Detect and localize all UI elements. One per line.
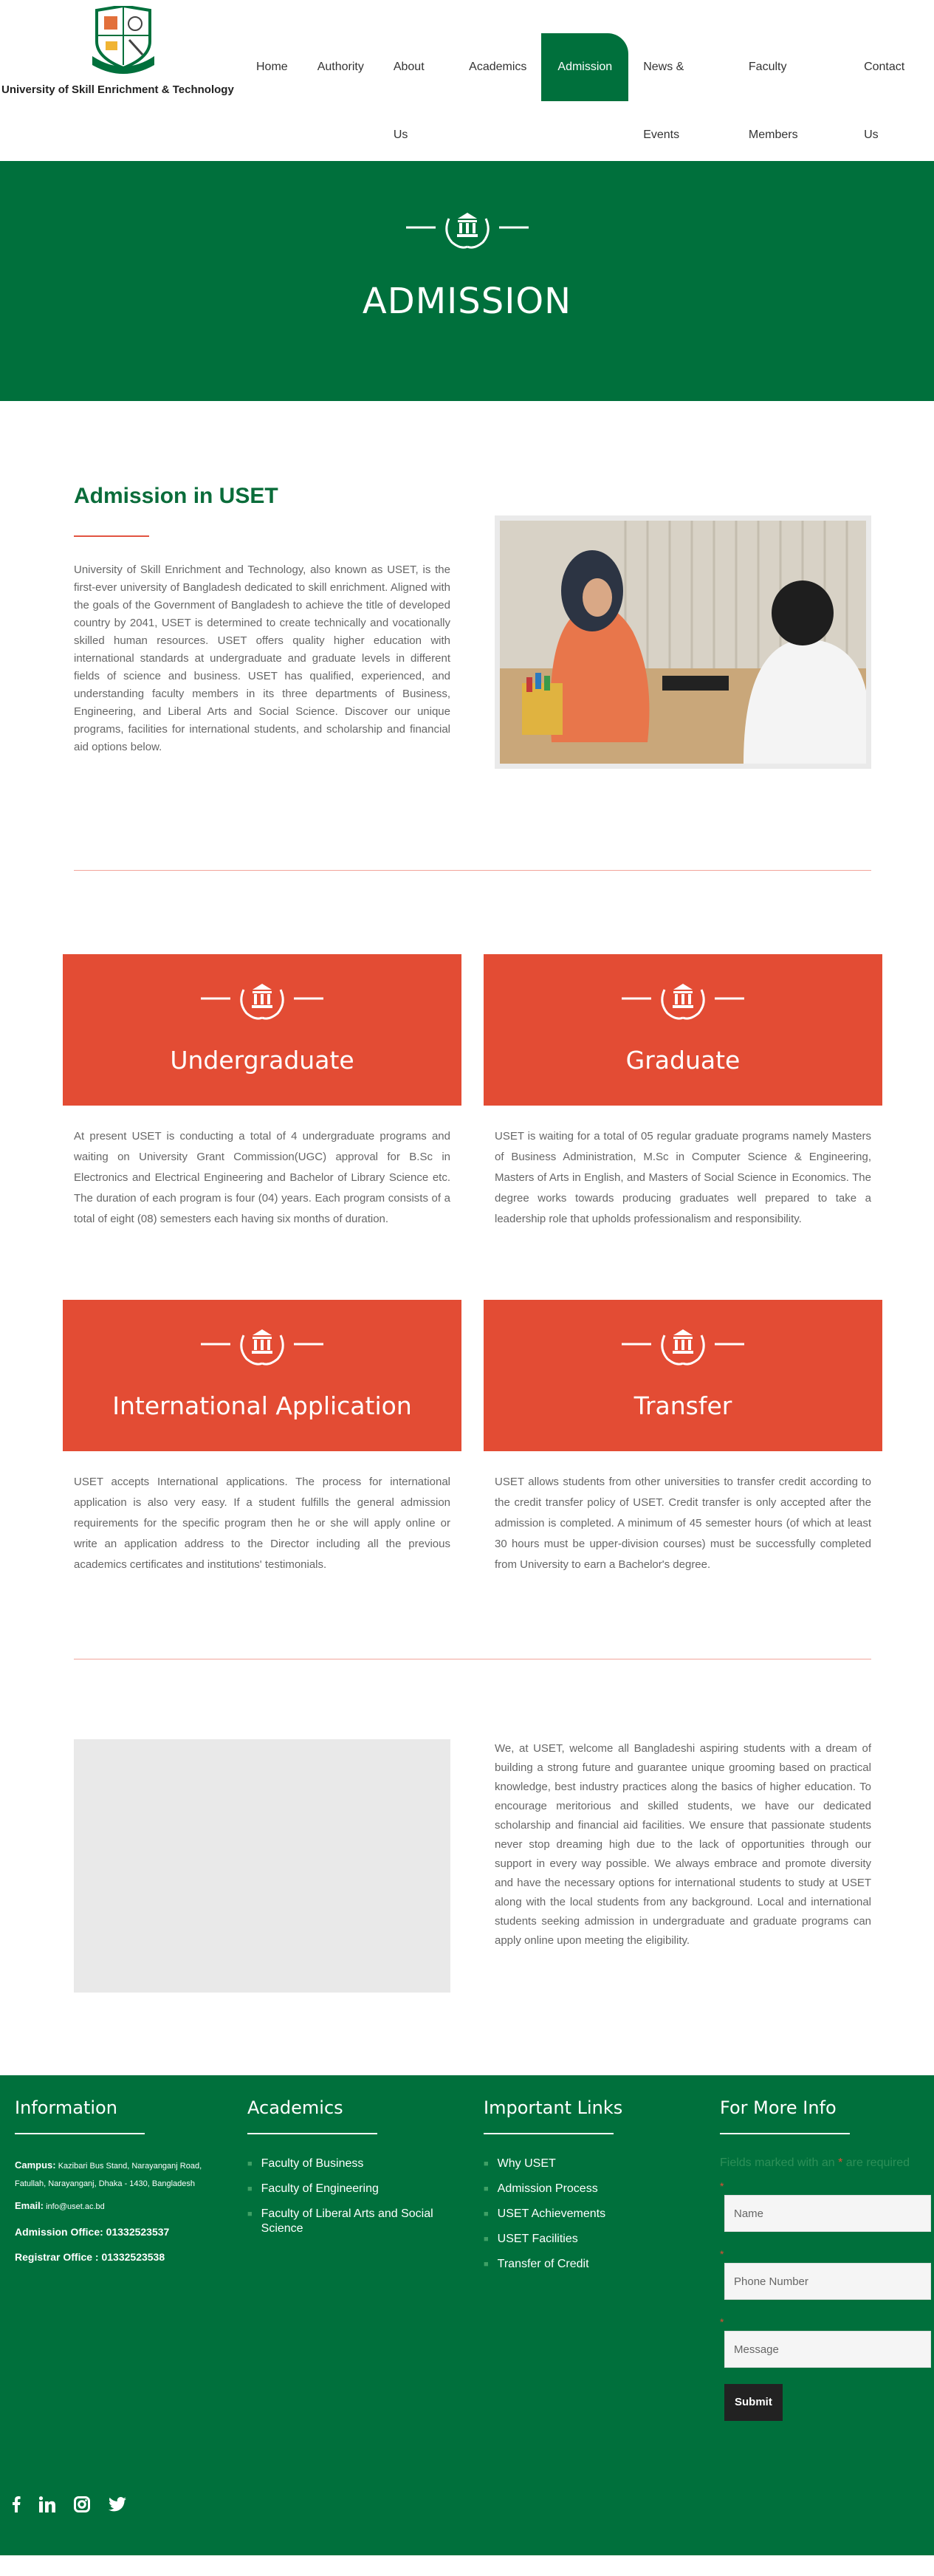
nav-admission[interactable]: Admission: [541, 33, 629, 101]
bullet-icon: ■: [484, 2235, 489, 2244]
nav-faculty-members[interactable]: Faculty Members: [734, 33, 849, 141]
phone-input[interactable]: Phone Number: [724, 2263, 931, 2300]
message-textarea[interactable]: Message: [724, 2331, 931, 2368]
footer-important-links: Important Links ■ Why USET ■ Admission Pro…: [484, 2097, 690, 2282]
bullet-icon: ■: [247, 2159, 253, 2168]
footer-link-admission-process[interactable]: ■ Admission Process: [484, 2182, 690, 2196]
site-header: University of Skill Enrichment & Technol…: [0, 0, 934, 161]
footer-heading: Important Links: [484, 2097, 623, 2118]
institution-emblem-icon: [622, 1326, 744, 1370]
institution-emblem-icon: [622, 981, 744, 1024]
name-input[interactable]: Name: [724, 2195, 931, 2232]
required-mark: *: [720, 2248, 724, 2260]
footer-link-facilities[interactable]: ■ USET Facilities: [484, 2232, 690, 2247]
card-title: Graduate: [625, 1046, 741, 1075]
site-footer: Information Campus: Kazibari Bus Stand, …: [0, 2075, 934, 2555]
admission-heading: Admission in USET: [74, 484, 278, 508]
card-title: International Application: [112, 1391, 412, 1420]
nav-about-us[interactable]: About Us: [379, 33, 454, 141]
media-placeholder: [74, 1739, 450, 1993]
footer-contact-form: For More Info Fields marked with an * ar…: [720, 2097, 934, 2421]
undergraduate-card[interactable]: Undergraduate: [63, 954, 461, 1106]
university-logo[interactable]: [86, 4, 160, 76]
registrar-office-phone[interactable]: Registrar Office : 01332523538: [15, 2248, 218, 2266]
campus-address: Campus: Kazibari Bus Stand, Narayanganj …: [15, 2159, 202, 2188]
linkedin-icon[interactable]: [38, 2496, 55, 2516]
nav-academics[interactable]: Academics: [454, 33, 541, 101]
heading-underline: [74, 535, 149, 537]
bullet-icon: ■: [247, 2185, 253, 2193]
nav-contact-us[interactable]: Contact Us: [849, 33, 934, 141]
page-title: ADMISSION: [362, 281, 572, 322]
required-fields-note: Fields marked with an * are required: [720, 2157, 910, 2169]
footer-link-faculty-liberal-arts[interactable]: ■ Faculty of Liberal Arts and Social Scie…: [247, 2207, 469, 2236]
card-title: Undergraduate: [170, 1046, 354, 1075]
contact-email: Email: info@uset.ac.bd: [15, 2200, 105, 2211]
instagram-icon[interactable]: [74, 2496, 90, 2516]
section-divider: [74, 870, 871, 871]
bullet-icon: ■: [484, 2185, 489, 2193]
card-title: Transfer: [633, 1391, 732, 1420]
email-link[interactable]: info@uset.ac.bd: [46, 2202, 105, 2211]
admission-office-phone[interactable]: Admission Office: 01332523537: [15, 2223, 218, 2241]
page-banner: ADMISSION: [0, 161, 934, 401]
international-application-text: USET accepts International applications.…: [74, 1476, 450, 1571]
footer-heading: For More Info: [720, 2097, 837, 2118]
transfer-card[interactable]: Transfer: [484, 1300, 882, 1451]
facebook-icon[interactable]: [12, 2496, 21, 2516]
twitter-icon[interactable]: [109, 2497, 126, 2515]
nav-news-events[interactable]: News & Events: [628, 33, 734, 141]
bullet-icon: ■: [484, 2260, 489, 2269]
institution-emblem-icon: [201, 1326, 323, 1370]
nav-home[interactable]: Home: [241, 33, 303, 101]
admission-photo: [495, 515, 871, 769]
footer-link-faculty-engineering[interactable]: ■ Faculty of Engineering: [247, 2182, 469, 2196]
welcome-text: We, at USET, welcome all Bangladeshi asp…: [495, 1742, 871, 1947]
footer-information: Information Campus: Kazibari Bus Stand, …: [15, 2097, 218, 2266]
heading-underline: [15, 2133, 145, 2134]
required-mark: *: [720, 2180, 724, 2192]
graduate-card[interactable]: Graduate: [484, 954, 882, 1106]
footer-link-achievements[interactable]: ■ USET Achievements: [484, 2207, 690, 2222]
main-nav: Home Authority About Us Academics Admiss…: [241, 33, 934, 141]
bullet-icon: ■: [484, 2210, 489, 2219]
site-brand-name[interactable]: University of Skill Enrichment & Technol…: [1, 83, 234, 96]
transfer-text: USET allows students from other universi…: [495, 1476, 871, 1571]
bullet-icon: ■: [247, 2210, 253, 2219]
footer-heading: Information: [15, 2097, 117, 2118]
institution-emblem-icon: [201, 981, 323, 1024]
footer-heading: Academics: [247, 2097, 343, 2118]
submit-button[interactable]: Submit: [724, 2384, 783, 2421]
international-application-card[interactable]: International Application: [63, 1300, 461, 1451]
heading-underline: [484, 2133, 614, 2134]
admission-intro-text: University of Skill Enrichment and Techn…: [74, 564, 450, 753]
nav-authority[interactable]: Authority: [303, 33, 379, 101]
bullet-icon: ■: [484, 2159, 489, 2168]
required-mark: *: [720, 2316, 724, 2328]
graduate-text: USET is waiting for a total of 05 regula…: [495, 1130, 871, 1225]
footer-link-faculty-business[interactable]: ■ Faculty of Business: [247, 2157, 469, 2171]
footer-academics: Academics ■ Faculty of Business ■ Faculty …: [247, 2097, 469, 2247]
undergraduate-text: At present USET is conducting a total of…: [74, 1130, 450, 1225]
footer-link-transfer-credit[interactable]: ■ Transfer of Credit: [484, 2257, 690, 2272]
social-links: [12, 2496, 145, 2516]
heading-underline: [720, 2133, 850, 2134]
footer-link-why-uset[interactable]: ■ Why USET: [484, 2157, 690, 2171]
institution-emblem-icon: [405, 210, 529, 253]
heading-underline: [247, 2133, 377, 2134]
